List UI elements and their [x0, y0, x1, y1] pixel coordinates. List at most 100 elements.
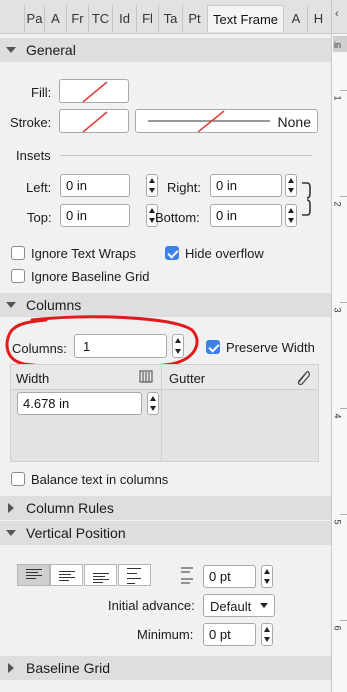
tab-frame[interactable]: Fr	[66, 5, 88, 32]
ruler-tick	[340, 620, 347, 621]
tab-paragraph[interactable]: Pa	[24, 5, 44, 32]
align-bottom-button[interactable]	[84, 564, 117, 586]
ruler-scroll-left-icon[interactable]: ‹	[335, 8, 339, 20]
right-inset-stepper[interactable]	[285, 174, 297, 197]
initial-advance-dropdown[interactable]: Default	[203, 594, 275, 617]
bottom-inset-field[interactable]	[210, 204, 282, 227]
fill-label: Fill:	[31, 85, 52, 100]
no-stroke-icon	[82, 111, 108, 132]
hide-overflow-label: Hide overflow	[185, 246, 264, 261]
tab-tc[interactable]: TC	[88, 5, 112, 32]
stroke-swatch[interactable]	[59, 109, 129, 133]
tab-fl[interactable]: Fl	[136, 5, 158, 32]
hide-overflow-checkbox[interactable]	[165, 246, 179, 260]
vertical-spacing-field[interactable]	[203, 565, 256, 588]
minimum-label: Minimum:	[137, 627, 194, 642]
gutter-column-header: Gutter	[169, 371, 206, 386]
column-width-input[interactable]	[18, 393, 141, 414]
ignore-baseline-grid-label: Ignore Baseline Grid	[31, 269, 150, 284]
tab-ta[interactable]: Ta	[158, 5, 182, 32]
ignore-text-wraps-checkbox[interactable]	[11, 246, 25, 260]
collapse-triangle-icon	[6, 302, 16, 308]
columns-table: Width Gutter	[10, 364, 319, 462]
section-column-rules[interactable]: Column Rules	[0, 496, 331, 520]
bottom-inset-label: Bottom:	[155, 210, 200, 225]
ruler-unit-label: in	[334, 40, 342, 50]
stroke-label: Stroke:	[10, 115, 52, 130]
left-inset-stepper[interactable]	[146, 174, 158, 197]
right-inset-label: Right:	[167, 180, 201, 195]
ruler-tick	[340, 196, 347, 197]
section-column-rules-label: Column Rules	[26, 500, 114, 516]
ruler-number-1: 1	[332, 95, 343, 101]
balance-text-checkbox[interactable]	[11, 472, 25, 486]
collapse-triangle-icon	[6, 530, 16, 536]
link-insets-icon[interactable]	[300, 181, 314, 217]
stroke-style-field[interactable]: None	[135, 109, 318, 133]
tab-id[interactable]: Id	[112, 5, 136, 32]
ruler-number-2: 2	[332, 201, 343, 207]
ruler-tick	[340, 90, 347, 91]
top-inset-input[interactable]	[61, 205, 129, 226]
left-inset-label: Left:	[26, 180, 52, 195]
section-general-label: General	[26, 42, 76, 58]
tab-h[interactable]: H	[307, 5, 329, 32]
align-center-button[interactable]	[50, 564, 83, 586]
ruler-number-4: 4	[332, 413, 343, 419]
right-inset-field[interactable]	[210, 174, 282, 197]
paperclip-icon[interactable]	[294, 369, 310, 385]
balance-text-label: Balance text in columns	[31, 472, 169, 487]
stroke-style-preview-icon	[148, 110, 270, 132]
column-width-field[interactable]	[17, 392, 142, 415]
panel-tab-bar: Pa A Fr TC Id Fl Ta Pt Text Frame A H	[0, 0, 331, 34]
column-width-stepper[interactable]	[147, 392, 159, 415]
ruler-number-5: 5	[332, 519, 343, 525]
section-general[interactable]: General	[0, 38, 331, 62]
section-baseline-grid[interactable]: Baseline Grid	[0, 656, 331, 680]
vertical-spacing-stepper[interactable]	[261, 565, 273, 588]
left-inset-field[interactable]	[60, 174, 130, 197]
minimum-input[interactable]	[204, 624, 255, 645]
paragraph-spacing-icon	[181, 567, 193, 584]
ruler-number-3: 3	[332, 307, 343, 313]
collapse-triangle-icon	[6, 47, 16, 53]
column-width-icon[interactable]	[139, 370, 153, 384]
section-baseline-grid-label: Baseline Grid	[26, 660, 111, 676]
align-justify-button[interactable]	[118, 564, 151, 586]
ruler-tick	[340, 408, 347, 409]
section-vertical-position-label: Vertical Position	[26, 525, 126, 541]
preserve-width-label: Preserve Width	[226, 340, 315, 355]
columns-table-header	[11, 365, 318, 390]
tab-pt[interactable]: Pt	[182, 5, 206, 32]
initial-advance-value: Default	[210, 599, 252, 614]
preserve-width-checkbox[interactable]	[206, 340, 220, 354]
tab-a[interactable]: A	[285, 5, 307, 32]
vertical-ruler: ‹ in 1 2 3 4 5 6	[331, 0, 347, 692]
insets-label: Insets	[16, 148, 51, 163]
fill-swatch[interactable]	[59, 79, 129, 103]
ruler-number-6: 6	[332, 625, 343, 631]
ruler-tick	[340, 514, 347, 515]
bottom-inset-stepper[interactable]	[285, 204, 297, 227]
vertical-spacing-input[interactable]	[204, 566, 255, 587]
no-fill-icon	[82, 81, 108, 102]
tab-character[interactable]: A	[44, 5, 66, 32]
ignore-baseline-grid-checkbox[interactable]	[11, 269, 25, 283]
left-inset-input[interactable]	[61, 175, 129, 196]
bottom-inset-input[interactable]	[211, 205, 281, 226]
minimum-field[interactable]	[203, 623, 256, 646]
dropdown-arrow-icon	[260, 603, 268, 608]
table-column-divider	[161, 365, 162, 461]
minimum-stepper[interactable]	[261, 623, 273, 646]
red-annotation-circle	[5, 315, 199, 370]
top-inset-field[interactable]	[60, 204, 130, 227]
insets-divider	[60, 155, 312, 156]
right-inset-input[interactable]	[211, 175, 281, 196]
ruler-corner: ‹	[332, 0, 347, 34]
expand-triangle-icon	[8, 663, 14, 673]
section-vertical-position[interactable]: Vertical Position	[0, 521, 331, 545]
tab-text-frame[interactable]: Text Frame	[207, 5, 284, 32]
ruler-tick	[340, 302, 347, 303]
top-inset-label: Top:	[27, 210, 52, 225]
align-top-button[interactable]	[17, 564, 50, 586]
